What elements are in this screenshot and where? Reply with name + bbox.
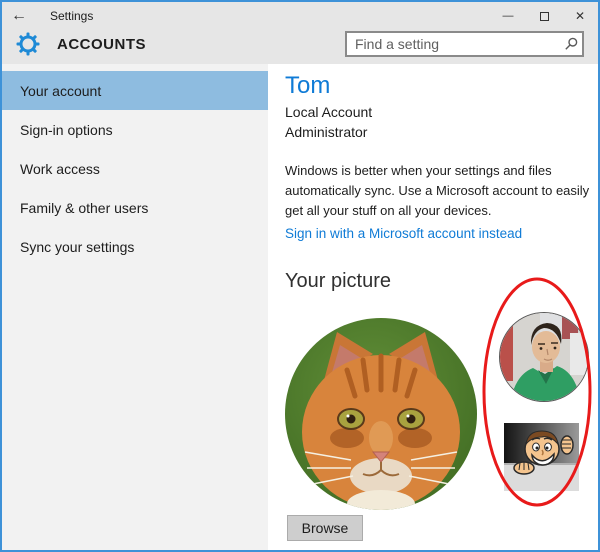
titlebar: ← Settings — ✕ (2, 2, 598, 30)
close-button[interactable]: ✕ (562, 2, 598, 30)
window-title: Settings (50, 9, 93, 23)
previous-picture-cartoon[interactable] (504, 423, 579, 491)
account-role: Administrator (285, 122, 372, 142)
sidebar-item-your-account[interactable]: Your account (2, 71, 268, 110)
current-account-picture-cat (285, 318, 477, 510)
search-icon (564, 37, 578, 51)
minimize-button[interactable]: — (490, 2, 526, 30)
back-button[interactable]: ← (2, 2, 36, 30)
content-pane: Tom Local Account Administrator Windows … (268, 64, 598, 550)
close-icon: ✕ (575, 9, 585, 23)
sidebar-item-label: Family & other users (20, 200, 148, 216)
search-input[interactable] (345, 31, 584, 57)
sidebar-item-sync-your-settings[interactable]: Sync your settings (2, 227, 268, 266)
previous-picture-photo[interactable] (499, 312, 589, 402)
back-arrow-icon: ← (11, 7, 27, 25)
microsoft-account-link[interactable]: Sign in with a Microsoft account instead (285, 226, 522, 241)
minimize-icon: — (503, 11, 514, 21)
main-area: Your account Sign-in options Work access… (2, 64, 598, 550)
sidebar-item-label: Sign-in options (20, 122, 113, 138)
gear-icon (16, 32, 40, 56)
page-header: ACCOUNTS (2, 30, 598, 64)
sidebar: Your account Sign-in options Work access… (2, 64, 268, 550)
sidebar-item-label: Work access (20, 161, 100, 177)
your-picture-heading: Your picture (285, 270, 391, 293)
browse-button[interactable]: Browse (287, 515, 363, 541)
search-box (345, 31, 584, 57)
sidebar-item-work-access[interactable]: Work access (2, 149, 268, 188)
settings-window: ← Settings — ✕ ACCOU (0, 0, 600, 552)
account-name: Tom (285, 72, 330, 100)
page-title: ACCOUNTS (57, 36, 146, 53)
maximize-icon (540, 12, 549, 21)
account-type: Local Account (285, 102, 372, 122)
maximize-button[interactable] (526, 2, 562, 30)
sidebar-item-label: Sync your settings (20, 239, 134, 255)
sidebar-item-family-other-users[interactable]: Family & other users (2, 188, 268, 227)
sync-description: Windows is better when your settings and… (285, 161, 597, 221)
sidebar-item-sign-in-options[interactable]: Sign-in options (2, 110, 268, 149)
sidebar-item-label: Your account (20, 83, 101, 99)
